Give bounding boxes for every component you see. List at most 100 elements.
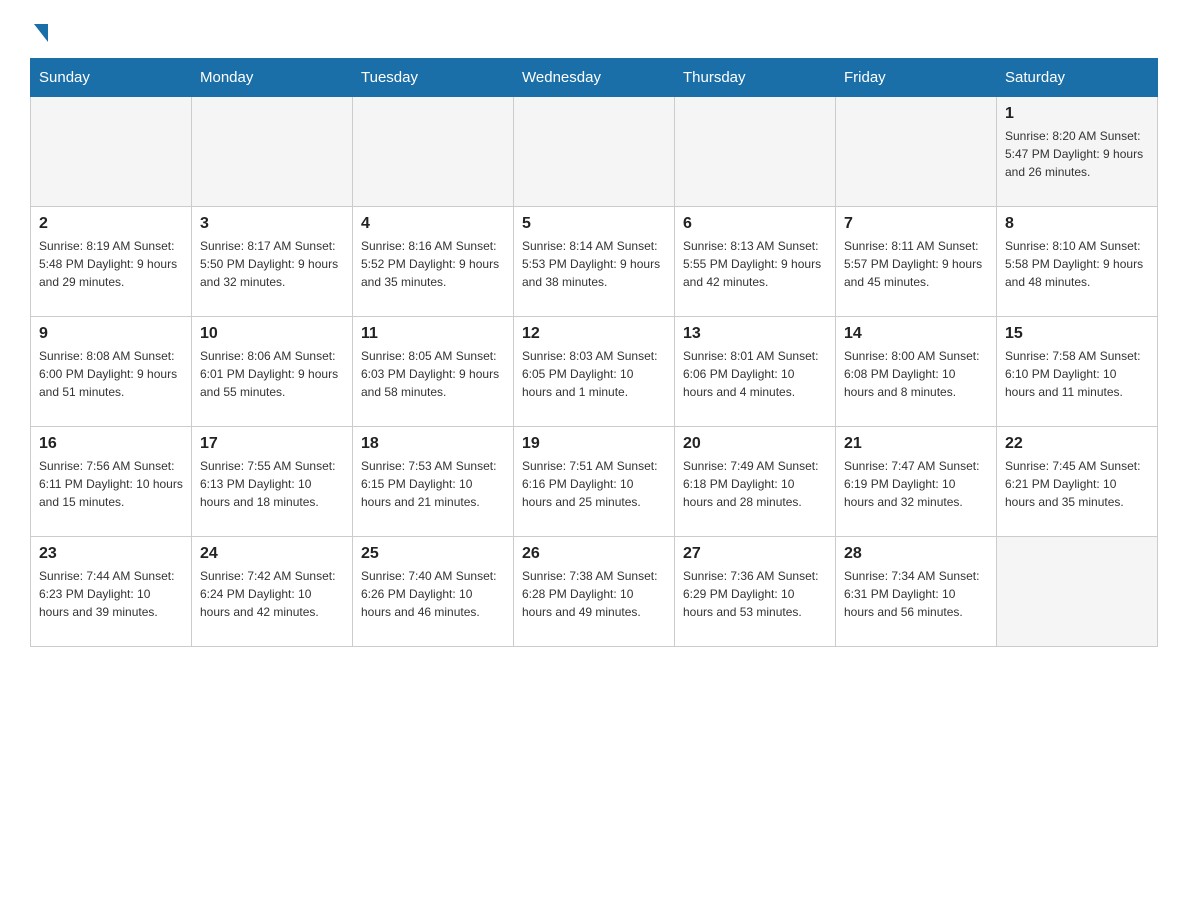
calendar-week-3: 9Sunrise: 8:08 AM Sunset: 6:00 PM Daylig…: [31, 317, 1158, 427]
calendar-cell: 12 Sunrise: 8:03 AM Sunset: 6:05 PM Dayli…: [514, 317, 675, 427]
calendar-cell: 28 Sunrise: 7:34 AM Sunset: 6:31 PM Dayli…: [836, 537, 997, 647]
day-info: Sunrise: 7:40 AM Sunset: 6:26 PM Dayligh…: [361, 567, 505, 621]
day-number: 10: [200, 325, 344, 343]
calendar-cell: 22 Sunrise: 7:45 AM Sunset: 6:21 PM Dayli…: [997, 427, 1158, 537]
calendar-table: SundayMondayTuesdayWednesdayThursdayFrid…: [30, 58, 1158, 647]
day-info: Sunrise: 8:16 AM Sunset: 5:52 PM Dayligh…: [361, 237, 505, 291]
day-info: Sunrise: 8:03 AM Sunset: 6:05 PM Dayligh…: [522, 347, 666, 401]
calendar-week-2: 2 Sunrise: 8:19 AM Sunset: 5:48 PM Daylig…: [31, 207, 1158, 317]
calendar-cell: 16 Sunrise: 7:56 AM Sunset: 6:11 PM Dayli…: [31, 427, 192, 537]
calendar-cell: 1 Sunrise: 8:20 AM Sunset: 5:47 PM Daylig…: [997, 97, 1158, 207]
day-info: Sunrise: 8:14 AM Sunset: 5:53 PM Dayligh…: [522, 237, 666, 291]
day-info: Sunrise: 8:19 AM Sunset: 5:48 PM Dayligh…: [39, 237, 183, 291]
calendar-week-5: 23 Sunrise: 7:44 AM Sunset: 6:23 PM Dayli…: [31, 537, 1158, 647]
day-info: Sunrise: 7:34 AM Sunset: 6:31 PM Dayligh…: [844, 567, 988, 621]
calendar-cell: 4 Sunrise: 8:16 AM Sunset: 5:52 PM Daylig…: [353, 207, 514, 317]
header-cell-thursday: Thursday: [675, 59, 836, 97]
calendar-cell: 11 Sunrise: 8:05 AM Sunset: 6:03 PM Dayli…: [353, 317, 514, 427]
day-info: Sunrise: 8:01 AM Sunset: 6:06 PM Dayligh…: [683, 347, 827, 401]
day-number: 2: [39, 215, 183, 233]
calendar-week-4: 16 Sunrise: 7:56 AM Sunset: 6:11 PM Dayli…: [31, 427, 1158, 537]
logo: [30, 20, 48, 38]
calendar-week-1: 1 Sunrise: 8:20 AM Sunset: 5:47 PM Daylig…: [31, 97, 1158, 207]
calendar-cell: [514, 97, 675, 207]
page-header: [30, 20, 1158, 38]
day-number: 17: [200, 435, 344, 453]
header-cell-tuesday: Tuesday: [353, 59, 514, 97]
calendar-cell: 15 Sunrise: 7:58 AM Sunset: 6:10 PM Dayli…: [997, 317, 1158, 427]
calendar-cell: 18 Sunrise: 7:53 AM Sunset: 6:15 PM Dayli…: [353, 427, 514, 537]
calendar-cell: 7Sunrise: 8:11 AM Sunset: 5:57 PM Daylig…: [836, 207, 997, 317]
calendar-cell: 10 Sunrise: 8:06 AM Sunset: 6:01 PM Dayli…: [192, 317, 353, 427]
day-number: 8: [1005, 215, 1149, 233]
day-number: 4: [361, 215, 505, 233]
day-info: Sunrise: 7:49 AM Sunset: 6:18 PM Dayligh…: [683, 457, 827, 511]
day-number: 22: [1005, 435, 1149, 453]
day-number: 12: [522, 325, 666, 343]
header-row: SundayMondayTuesdayWednesdayThursdayFrid…: [31, 59, 1158, 97]
header-cell-friday: Friday: [836, 59, 997, 97]
logo-arrow-icon: [34, 24, 48, 42]
calendar-cell: [353, 97, 514, 207]
calendar-header: SundayMondayTuesdayWednesdayThursdayFrid…: [31, 59, 1158, 97]
day-number: 23: [39, 545, 183, 563]
calendar-cell: 23 Sunrise: 7:44 AM Sunset: 6:23 PM Dayli…: [31, 537, 192, 647]
calendar-cell: 8 Sunrise: 8:10 AM Sunset: 5:58 PM Daylig…: [997, 207, 1158, 317]
day-info: Sunrise: 8:11 AM Sunset: 5:57 PM Dayligh…: [844, 237, 988, 291]
calendar-cell: [675, 97, 836, 207]
day-info: Sunrise: 8:17 AM Sunset: 5:50 PM Dayligh…: [200, 237, 344, 291]
day-info: Sunrise: 7:56 AM Sunset: 6:11 PM Dayligh…: [39, 457, 183, 511]
day-info: Sunrise: 7:44 AM Sunset: 6:23 PM Dayligh…: [39, 567, 183, 621]
day-info: Sunrise: 8:10 AM Sunset: 5:58 PM Dayligh…: [1005, 237, 1149, 291]
day-number: 11: [361, 325, 505, 343]
day-info: Sunrise: 7:51 AM Sunset: 6:16 PM Dayligh…: [522, 457, 666, 511]
calendar-cell: 2 Sunrise: 8:19 AM Sunset: 5:48 PM Daylig…: [31, 207, 192, 317]
day-info: Sunrise: 7:55 AM Sunset: 6:13 PM Dayligh…: [200, 457, 344, 511]
day-number: 3: [200, 215, 344, 233]
day-number: 26: [522, 545, 666, 563]
day-info: Sunrise: 8:06 AM Sunset: 6:01 PM Dayligh…: [200, 347, 344, 401]
calendar-cell: 17 Sunrise: 7:55 AM Sunset: 6:13 PM Dayli…: [192, 427, 353, 537]
day-number: 20: [683, 435, 827, 453]
calendar-cell: 26 Sunrise: 7:38 AM Sunset: 6:28 PM Dayli…: [514, 537, 675, 647]
day-info: Sunrise: 7:47 AM Sunset: 6:19 PM Dayligh…: [844, 457, 988, 511]
day-info: Sunrise: 8:20 AM Sunset: 5:47 PM Dayligh…: [1005, 127, 1149, 181]
day-info: Sunrise: 7:45 AM Sunset: 6:21 PM Dayligh…: [1005, 457, 1149, 511]
calendar-cell: 3 Sunrise: 8:17 AM Sunset: 5:50 PM Daylig…: [192, 207, 353, 317]
day-info: Sunrise: 7:58 AM Sunset: 6:10 PM Dayligh…: [1005, 347, 1149, 401]
day-number: 13: [683, 325, 827, 343]
day-number: 5: [522, 215, 666, 233]
day-number: 25: [361, 545, 505, 563]
calendar-cell: 5 Sunrise: 8:14 AM Sunset: 5:53 PM Daylig…: [514, 207, 675, 317]
day-number: 21: [844, 435, 988, 453]
day-info: Sunrise: 8:08 AM Sunset: 6:00 PM Dayligh…: [39, 347, 183, 401]
day-number: 14: [844, 325, 988, 343]
calendar-cell: 20 Sunrise: 7:49 AM Sunset: 6:18 PM Dayli…: [675, 427, 836, 537]
day-info: Sunrise: 7:42 AM Sunset: 6:24 PM Dayligh…: [200, 567, 344, 621]
calendar-cell: [836, 97, 997, 207]
calendar-cell: 19 Sunrise: 7:51 AM Sunset: 6:16 PM Dayli…: [514, 427, 675, 537]
day-number: 18: [361, 435, 505, 453]
calendar-cell: 9Sunrise: 8:08 AM Sunset: 6:00 PM Daylig…: [31, 317, 192, 427]
day-info: Sunrise: 8:00 AM Sunset: 6:08 PM Dayligh…: [844, 347, 988, 401]
calendar-cell: 13 Sunrise: 8:01 AM Sunset: 6:06 PM Dayli…: [675, 317, 836, 427]
day-number: 27: [683, 545, 827, 563]
day-info: Sunrise: 8:13 AM Sunset: 5:55 PM Dayligh…: [683, 237, 827, 291]
day-info: Sunrise: 8:05 AM Sunset: 6:03 PM Dayligh…: [361, 347, 505, 401]
day-info: Sunrise: 7:53 AM Sunset: 6:15 PM Dayligh…: [361, 457, 505, 511]
header-cell-saturday: Saturday: [997, 59, 1158, 97]
day-number: 6: [683, 215, 827, 233]
calendar-cell: 24Sunrise: 7:42 AM Sunset: 6:24 PM Dayli…: [192, 537, 353, 647]
header-cell-sunday: Sunday: [31, 59, 192, 97]
day-number: 28: [844, 545, 988, 563]
day-number: 19: [522, 435, 666, 453]
day-number: 15: [1005, 325, 1149, 343]
day-number: 1: [1005, 105, 1149, 123]
day-info: Sunrise: 7:38 AM Sunset: 6:28 PM Dayligh…: [522, 567, 666, 621]
calendar-cell: 6 Sunrise: 8:13 AM Sunset: 5:55 PM Daylig…: [675, 207, 836, 317]
day-number: 16: [39, 435, 183, 453]
day-info: Sunrise: 7:36 AM Sunset: 6:29 PM Dayligh…: [683, 567, 827, 621]
calendar-body: 1 Sunrise: 8:20 AM Sunset: 5:47 PM Daylig…: [31, 97, 1158, 647]
calendar-cell: [31, 97, 192, 207]
calendar-cell: 14 Sunrise: 8:00 AM Sunset: 6:08 PM Dayli…: [836, 317, 997, 427]
